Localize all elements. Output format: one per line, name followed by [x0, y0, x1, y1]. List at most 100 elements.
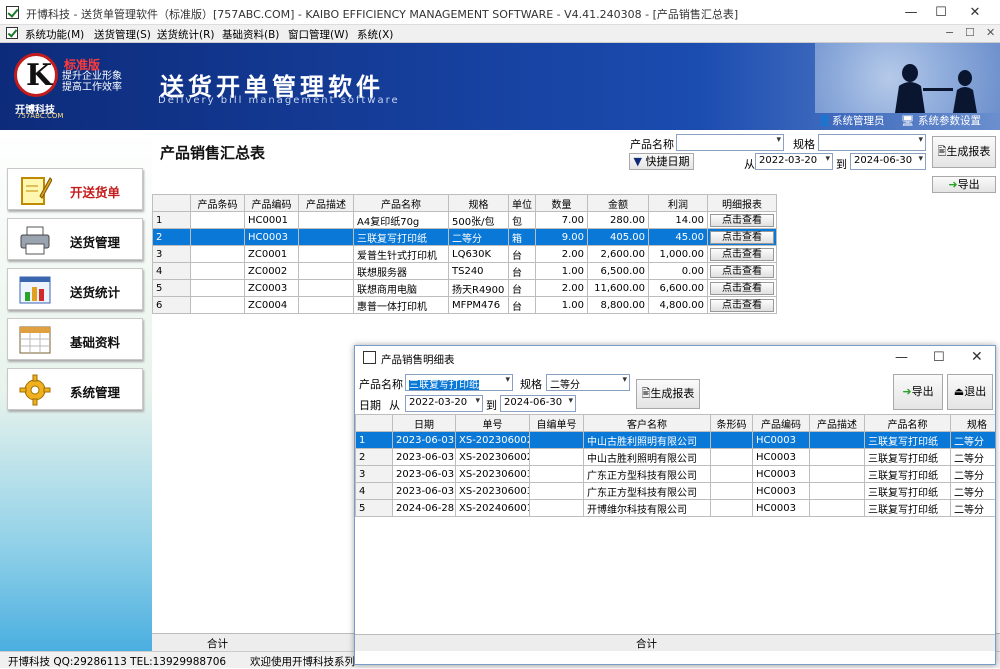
- column-header[interactable]: 规格: [950, 414, 995, 432]
- column-header[interactable]: 产品编码: [244, 194, 299, 212]
- maximize-button[interactable]: ☐: [926, 3, 956, 23]
- column-header[interactable]: 条形码: [710, 414, 753, 432]
- table-row[interactable]: 6 ZC0004 惠普一体打印机 MFPM476 台 1.00 8,800.00 4,800.…: [152, 296, 777, 314]
- generate-report-button[interactable]: 🖹生成报表: [932, 136, 996, 168]
- sidebar-item-delivery-management[interactable]: 送货管理: [7, 218, 143, 260]
- column-header[interactable]: 明细报表: [707, 194, 777, 212]
- column-header[interactable]: 产品名称: [864, 414, 951, 432]
- system-settings-link[interactable]: 系统参数设置: [918, 113, 981, 130]
- close-button[interactable]: ✕: [960, 3, 990, 23]
- cell-customer: 广东正方型科技有限公司: [583, 465, 711, 483]
- cell-barcode: [710, 499, 753, 517]
- table-row[interactable]: 3 2023-06-03 XS-202306003 广东正方型科技有限公司 HC0003…: [355, 465, 995, 483]
- cell-n: 1: [152, 211, 191, 229]
- column-header[interactable]: 日期: [392, 414, 456, 432]
- detail-exit-button[interactable]: ⏏退出: [947, 374, 993, 410]
- cell-name: 三联复写打印纸: [864, 499, 951, 517]
- table-row[interactable]: 5 2024-06-28 XS-202406001 开博维尔科技有限公司 HC0003 三…: [355, 499, 995, 517]
- sidebar-item-create-delivery[interactable]: 开送货单: [7, 168, 143, 210]
- menu-window-management[interactable]: 窗口管理(W): [288, 27, 349, 42]
- cell-unit: 台: [508, 296, 536, 314]
- cell-amount: 280.00: [587, 211, 649, 229]
- detail-product-name-select[interactable]: 三联复写打印纸 ▾: [405, 374, 513, 391]
- menu-delivery-management[interactable]: 送货管理(S): [94, 27, 151, 42]
- view-detail-button[interactable]: 点击查看: [710, 281, 774, 295]
- detail-generate-report-button[interactable]: 🖹生成报表: [636, 379, 700, 409]
- column-header[interactable]: 产品条码: [190, 194, 245, 212]
- column-header[interactable]: 产品名称: [353, 194, 449, 212]
- cell-qty: 2.00: [535, 245, 588, 263]
- cell-selfno: [529, 499, 584, 517]
- sidebar-item-system-management[interactable]: 系统管理: [7, 368, 143, 410]
- menu-delivery-statistics[interactable]: 送货统计(R): [157, 27, 215, 42]
- dialog-maximize-button[interactable]: ☐: [933, 350, 945, 365]
- menu-system[interactable]: 系统(X): [357, 27, 393, 42]
- sidebar-item-basic-data[interactable]: 基础资料: [7, 318, 143, 360]
- cell-name: 三联复写打印纸: [864, 448, 951, 466]
- column-header[interactable]: 产品编码: [752, 414, 810, 432]
- table-row[interactable]: 1 2023-06-03 XS-202306002 中山古胜利照明有限公司 HC0003…: [355, 431, 995, 449]
- table-row[interactable]: 1 HC0001 A4复印纸70g 500张/包包 7.00 280.00 14.00 点击查…: [152, 211, 777, 229]
- chevron-down-icon: ▾: [505, 375, 510, 385]
- cell-date: 2024-06-28: [392, 499, 456, 517]
- table-row[interactable]: 4 2023-06-03 XS-202306003 广东正方型科技有限公司 HC0003…: [355, 482, 995, 500]
- detail-date-from-picker[interactable]: 2022-03-20 ▾: [405, 395, 483, 412]
- column-header[interactable]: 自编单号: [529, 414, 584, 432]
- column-header[interactable]: 产品描述: [809, 414, 865, 432]
- cell-name: 三联复写打印纸: [864, 482, 951, 500]
- detail-export-button[interactable]: ➜导出: [893, 374, 943, 410]
- column-header[interactable]: 产品描述: [298, 194, 354, 212]
- cell-n: 4: [152, 262, 191, 280]
- table-row[interactable]: 3 ZC0001 爱普生针式打印机 LQ630K 台 2.00 2,600.00 1,000.…: [152, 245, 777, 263]
- column-header[interactable]: 单位: [508, 194, 536, 212]
- column-header[interactable]: 金额: [587, 194, 649, 212]
- mdi-close-button[interactable]: ✕: [986, 26, 995, 39]
- spec-select[interactable]: ▾: [818, 134, 926, 151]
- detail-spec-label: 规格: [520, 378, 542, 391]
- menu-basic-data[interactable]: 基础资料(B): [222, 27, 279, 42]
- menu-system-functions[interactable]: 系统功能(M): [25, 27, 84, 42]
- column-header[interactable]: 数量: [535, 194, 588, 212]
- cell-date: 2023-06-03: [392, 465, 456, 483]
- view-detail-button[interactable]: 点击查看: [710, 213, 774, 227]
- cell-amount: 11,600.00: [587, 279, 649, 297]
- table-row[interactable]: 5 ZC0003 联想商用电脑 扬天R4900 台 2.00 11,600.00 6,600.…: [152, 279, 777, 297]
- sidebar-item-delivery-statistics[interactable]: 送货统计: [7, 268, 143, 310]
- column-header[interactable]: 单号: [455, 414, 530, 432]
- dialog-close-button[interactable]: ✕: [971, 349, 983, 365]
- cell-no: XS-202406001: [455, 499, 530, 517]
- date-from-picker[interactable]: 2022-03-20 ▾: [755, 153, 833, 170]
- cell-customer: 中山古胜利照明有限公司: [583, 448, 711, 466]
- welcome-message: 欢迎使用开博科技系列: [250, 656, 355, 668]
- admin-label[interactable]: 系统管理员: [832, 113, 885, 130]
- mdi-minimize-button[interactable]: −: [945, 26, 954, 39]
- table-row[interactable]: 2 2023-06-03 XS-202306002 中山古胜利照明有限公司 HC0003…: [355, 448, 995, 466]
- column-header[interactable]: 客户名称: [583, 414, 711, 432]
- dialog-minimize-button[interactable]: —: [895, 350, 908, 365]
- table-row[interactable]: 4 ZC0002 联想服务器 TS240 台 1.00 6,500.00 0.00 点击查看: [152, 262, 777, 280]
- column-header[interactable]: 利润: [648, 194, 708, 212]
- cell-spec: 二等分: [950, 448, 995, 466]
- table-row[interactable]: 2 HC0003 三联复写打印纸 二等分箱 9.00 405.00 45.00 点击查看: [152, 228, 777, 246]
- cell-qty: 1.00: [535, 296, 588, 314]
- cell-code: ZC0001: [244, 245, 299, 263]
- export-button[interactable]: ➜导出: [932, 176, 996, 193]
- mdi-restore-button[interactable]: ☐: [965, 26, 975, 39]
- chevron-down-icon: ▾: [825, 154, 830, 164]
- detail-spec-select[interactable]: 二等分 ▾: [546, 374, 630, 391]
- view-detail-button[interactable]: 点击查看: [710, 298, 774, 312]
- product-name-select[interactable]: ▾: [676, 134, 784, 151]
- detail-date-to-picker[interactable]: 2024-06-30 ▾: [500, 395, 576, 412]
- view-detail-button[interactable]: 点击查看: [710, 264, 774, 278]
- quick-date-button[interactable]: ▼ 快捷日期: [629, 153, 694, 170]
- cell-qty: 2.00: [535, 279, 588, 297]
- minimize-button[interactable]: —: [896, 3, 926, 23]
- cell-name: A4复印纸70g: [353, 211, 449, 229]
- view-detail-button[interactable]: 点击查看: [710, 230, 774, 244]
- cell-customer: 广东正方型科技有限公司: [583, 482, 711, 500]
- view-detail-button[interactable]: 点击查看: [710, 247, 774, 261]
- date-to-picker[interactable]: 2024-06-30 ▾: [850, 153, 926, 170]
- cell-desc: [298, 279, 354, 297]
- cell-code: HC0003: [752, 482, 810, 500]
- column-header[interactable]: 规格: [448, 194, 509, 212]
